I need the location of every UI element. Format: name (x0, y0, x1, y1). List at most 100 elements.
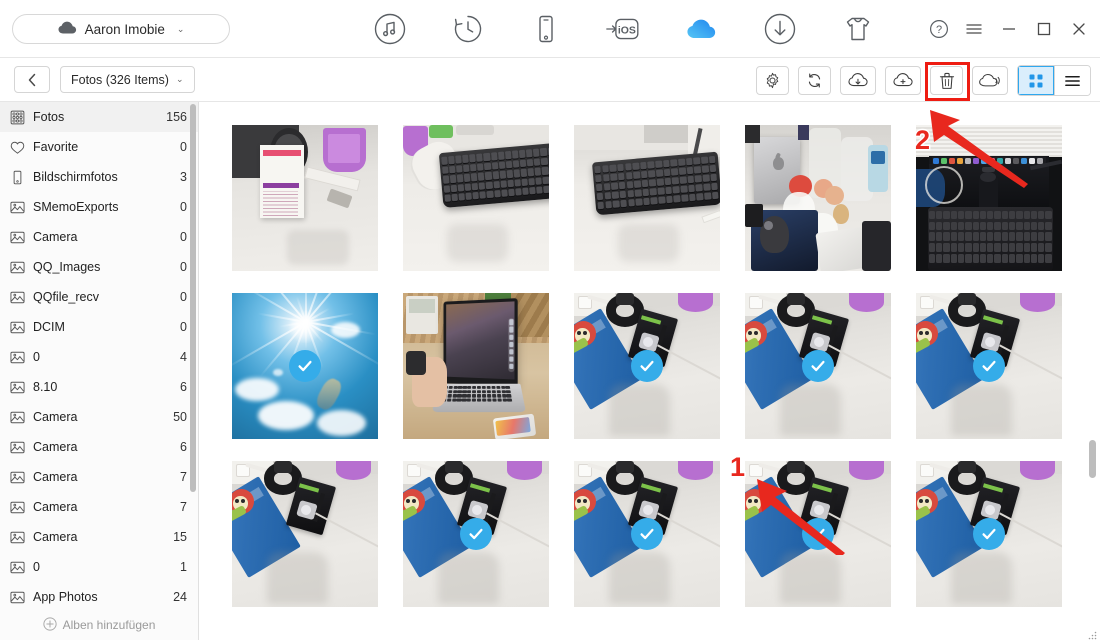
device-tab[interactable] (526, 9, 566, 49)
music-tab[interactable] (370, 9, 410, 49)
photo-desk-mousepad-4[interactable] (232, 461, 378, 607)
photo-desk-mousepad-3[interactable] (916, 293, 1062, 439)
svg-text:iOS: iOS (618, 26, 636, 37)
selection-checkmark-icon[interactable] (289, 350, 321, 382)
album-icon (9, 499, 26, 516)
photo-desk-mousepad-1[interactable] (574, 293, 720, 439)
delete-button[interactable] (930, 66, 963, 95)
ringtone-tab[interactable] (838, 9, 878, 49)
add-album-label: Alben hinzufügen (62, 618, 156, 632)
sidebar-item-0[interactable]: 01 (0, 552, 198, 582)
upload-cloud-button[interactable] (885, 66, 921, 95)
account-selector[interactable]: Aaron Imobie ⌄ (12, 14, 230, 44)
breadcrumb-label: Fotos (326 Items) (71, 72, 169, 87)
sidebar-item-count: 3 (180, 170, 187, 184)
sidebar-item-count: 0 (180, 320, 187, 334)
sidebar-item-label: Camera (33, 410, 78, 424)
sidebar-item-camera[interactable]: Camera 15 (0, 522, 198, 552)
sidebar-item-label: Camera (33, 530, 78, 544)
photo-grid-panel (199, 102, 1100, 640)
selection-checkmark-icon[interactable] (802, 350, 834, 382)
sidebar-item-8-10[interactable]: 8.10 6 (0, 372, 198, 402)
sidebar-item-camera[interactable]: Camera 7 (0, 462, 198, 492)
icloud-tab[interactable] (682, 9, 722, 49)
sidebar-item-qqfile-recv[interactable]: QQfile_recv 0 (0, 282, 198, 312)
sidebar-item-fotos[interactable]: Fotos 156 (0, 102, 198, 132)
sidebar-item-dcim[interactable]: DCIM 0 (0, 312, 198, 342)
album-icon (9, 259, 26, 276)
sidebar-item-camera[interactable]: Camera 50 (0, 402, 198, 432)
photo-desk-mousepad-5[interactable] (403, 461, 549, 607)
action-tools (756, 65, 1091, 96)
selection-checkmark-icon[interactable] (973, 350, 1005, 382)
sidebar-item-label: Camera (33, 440, 78, 454)
sidebar-item-favorite[interactable]: Favorite 0 (0, 132, 198, 162)
annotation-step-1: 1 (728, 451, 746, 484)
selection-checkmark-icon[interactable] (460, 518, 492, 550)
sidebar-item-camera[interactable]: Camera 6 (0, 432, 198, 462)
photo-desk-mousepad-2[interactable] (745, 293, 891, 439)
breadcrumb[interactable]: Fotos (326 Items) ⌄ (60, 66, 195, 93)
history-tab[interactable] (448, 9, 488, 49)
sidebar-item-label: Favorite (33, 140, 79, 154)
sidebar-item-label: App Photos (33, 590, 98, 604)
share-cloud-button[interactable] (972, 66, 1008, 95)
selection-checkmark-icon[interactable] (802, 518, 834, 550)
photo-macmini-apples[interactable] (745, 125, 891, 271)
sidebar-item-0[interactable]: 04 (0, 342, 198, 372)
album-icon (9, 529, 26, 546)
sidebar-item-app-photos[interactable]: App Photos 24 (0, 582, 198, 612)
sidebar-item-camera[interactable]: Camera 7 (0, 492, 198, 522)
refresh-button[interactable] (798, 66, 831, 95)
title-bar: Aaron Imobie ⌄ iOS ? (0, 0, 1100, 58)
selection-checkmark-icon[interactable] (631, 350, 663, 382)
sidebar-item-label: QQ_Images (33, 260, 101, 274)
photo-thumbnail (745, 125, 891, 271)
settings-button[interactable] (756, 66, 789, 95)
sidebar-item-label: Camera (33, 230, 78, 244)
grid-view-button[interactable] (1018, 66, 1054, 95)
download-tab[interactable] (760, 9, 800, 49)
download-cloud-button[interactable] (840, 66, 876, 95)
to-ios-tab[interactable]: iOS (604, 9, 644, 49)
maximize-button[interactable] (1033, 18, 1055, 40)
window-controls: ? (928, 0, 1090, 58)
sidebar-item-count: 1 (180, 560, 187, 574)
sidebar-item-count: 7 (180, 500, 187, 514)
photo-milk-carton-fan[interactable] (232, 125, 378, 271)
resize-grip[interactable] (1087, 627, 1097, 640)
sidebar-item-qq-images[interactable]: QQ_Images 0 (0, 252, 198, 282)
photo-macbook-hand[interactable] (403, 293, 549, 439)
help-button[interactable]: ? (928, 18, 950, 40)
view-toggle-group (1017, 65, 1091, 96)
photo-grid (232, 125, 1072, 607)
photo-desk-mousepad-8[interactable] (916, 461, 1062, 607)
minimize-button[interactable] (998, 18, 1020, 40)
back-button[interactable] (14, 66, 50, 93)
selection-checkmark-icon[interactable] (973, 518, 1005, 550)
photo-thumbnail (916, 125, 1062, 271)
add-album-button[interactable]: Alben hinzufügen (0, 610, 198, 640)
close-button[interactable] (1068, 18, 1090, 40)
sidebar-scrollbar-thumb[interactable] (190, 104, 196, 492)
album-icon (9, 229, 26, 246)
sidebar-item-count: 0 (180, 200, 187, 214)
sidebar-item-count: 7 (180, 470, 187, 484)
content-scrollbar-thumb[interactable] (1089, 440, 1096, 478)
sidebar-item-smemoexports[interactable]: SMemoExports 0 (0, 192, 198, 222)
menu-button[interactable] (963, 18, 985, 40)
photo-desk-mousepad-7[interactable] (745, 461, 891, 607)
photo-lg-monitor[interactable] (916, 125, 1062, 271)
list-view-button[interactable] (1054, 66, 1090, 95)
sidebar-item-camera[interactable]: Camera 0 (0, 222, 198, 252)
album-icon (9, 469, 26, 486)
sidebar-item-count: 0 (180, 290, 187, 304)
photo-sun-sky[interactable] (232, 293, 378, 439)
album-icon (9, 349, 26, 366)
photo-keyboard-close[interactable] (574, 125, 720, 271)
selection-checkmark-icon[interactable] (631, 518, 663, 550)
sidebar-item-count: 6 (180, 380, 187, 394)
sidebar-item-bildschirmfotos[interactable]: Bildschirmfotos 3 (0, 162, 198, 192)
photo-keyboard-wide[interactable] (403, 125, 549, 271)
photo-desk-mousepad-6[interactable] (574, 461, 720, 607)
